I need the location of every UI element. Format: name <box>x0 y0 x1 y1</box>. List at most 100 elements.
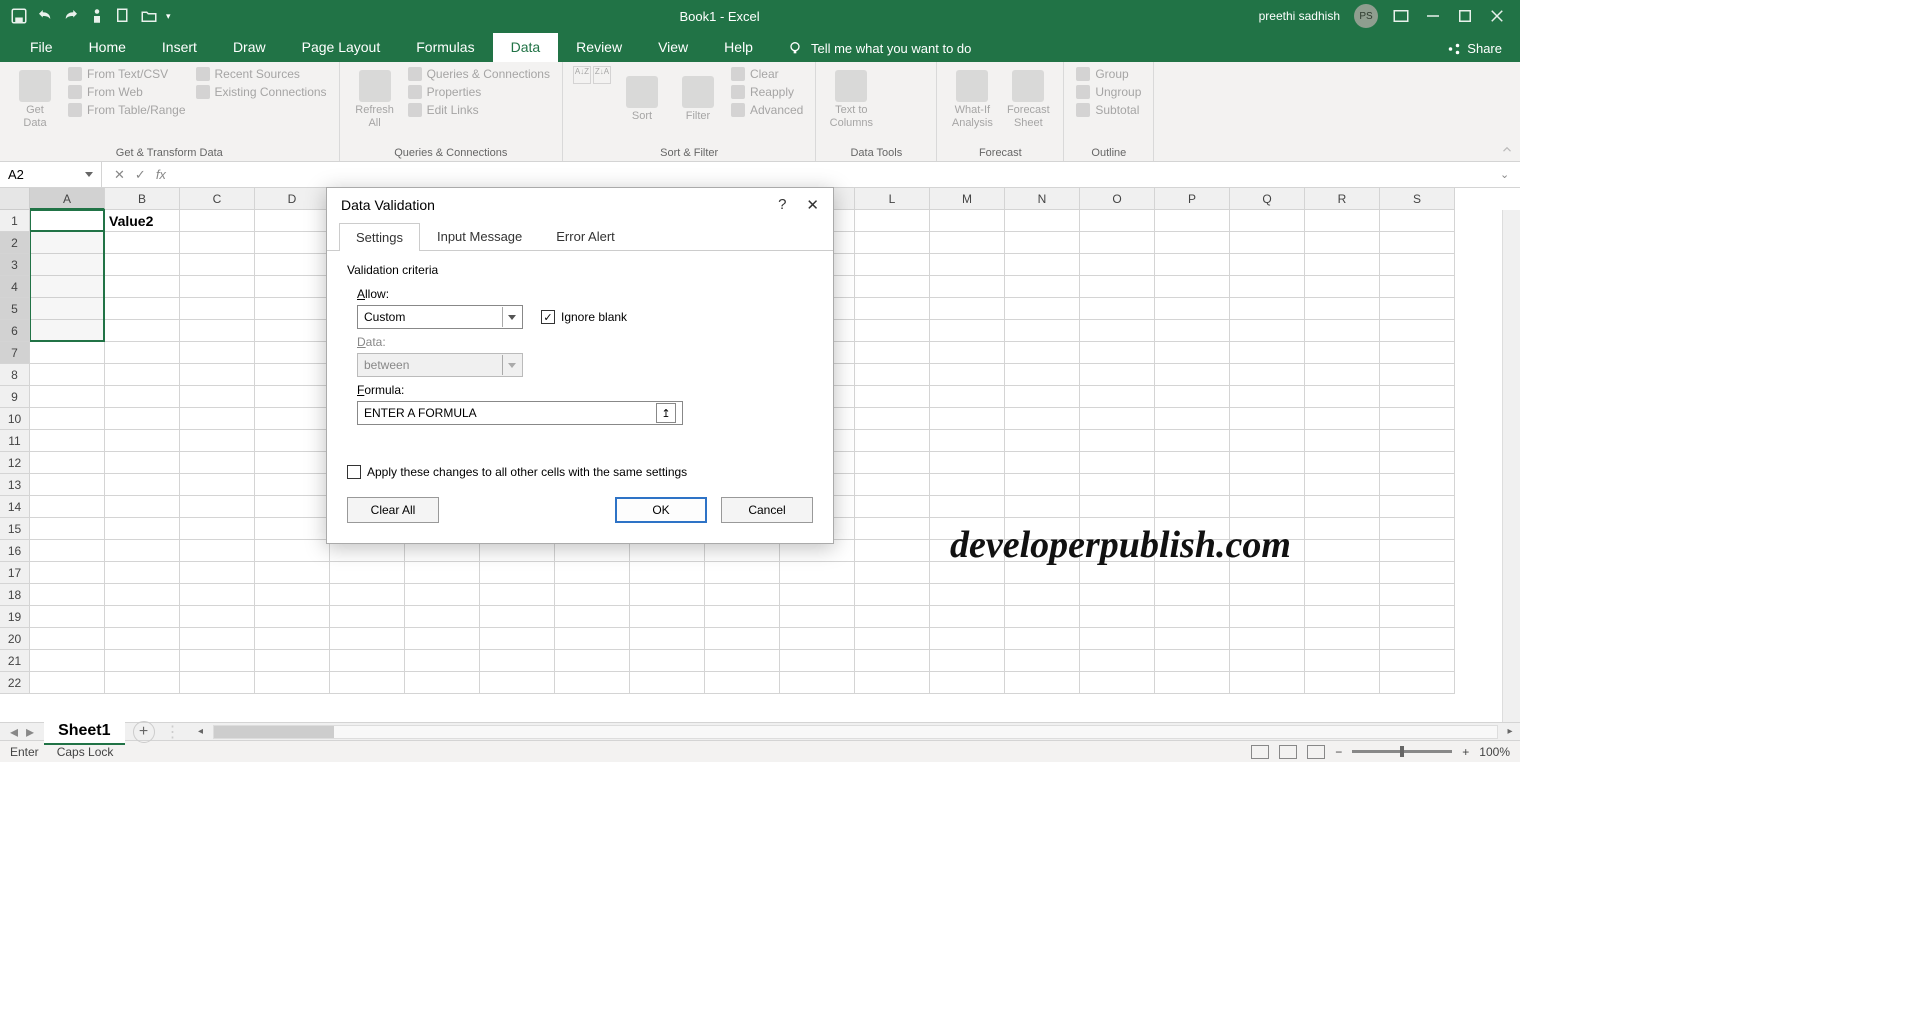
cell[interactable] <box>105 650 180 672</box>
cell[interactable] <box>30 628 105 650</box>
cell[interactable] <box>480 672 555 694</box>
cell[interactable] <box>1080 628 1155 650</box>
cell[interactable] <box>1005 342 1080 364</box>
cell[interactable] <box>255 650 330 672</box>
cell[interactable] <box>1305 540 1380 562</box>
cell[interactable] <box>1230 672 1305 694</box>
cell[interactable] <box>855 232 930 254</box>
new-icon[interactable] <box>114 7 132 25</box>
cell[interactable] <box>1155 584 1230 606</box>
cell[interactable] <box>180 320 255 342</box>
cell[interactable] <box>630 672 705 694</box>
cell[interactable] <box>1080 298 1155 320</box>
cell[interactable] <box>105 474 180 496</box>
cell[interactable] <box>105 320 180 342</box>
cell[interactable] <box>855 342 930 364</box>
cell[interactable] <box>1230 232 1305 254</box>
select-all-corner[interactable] <box>0 188 30 210</box>
tab-draw[interactable]: Draw <box>215 33 284 62</box>
cell[interactable] <box>1155 232 1230 254</box>
cell[interactable] <box>180 342 255 364</box>
tab-view[interactable]: View <box>640 33 706 62</box>
cell[interactable] <box>930 276 1005 298</box>
cell[interactable] <box>1155 672 1230 694</box>
cell[interactable] <box>1380 298 1455 320</box>
redo-icon[interactable] <box>62 7 80 25</box>
cell[interactable] <box>1305 232 1380 254</box>
cell[interactable] <box>180 540 255 562</box>
name-box[interactable]: A2 <box>0 162 102 187</box>
cell[interactable] <box>1155 628 1230 650</box>
cell[interactable] <box>855 452 930 474</box>
cell[interactable] <box>1080 276 1155 298</box>
dialog-titlebar[interactable]: Data Validation ? ✕ <box>327 188 833 222</box>
tab-review[interactable]: Review <box>558 33 640 62</box>
cell[interactable] <box>330 562 405 584</box>
cell[interactable] <box>105 298 180 320</box>
ungroup-button[interactable]: Ungroup <box>1074 84 1143 100</box>
cell[interactable] <box>930 408 1005 430</box>
cell[interactable] <box>1080 342 1155 364</box>
column-header[interactable]: C <box>180 188 255 210</box>
cell[interactable] <box>930 210 1005 232</box>
cell[interactable] <box>1155 254 1230 276</box>
cancel-button[interactable]: Cancel <box>721 497 813 523</box>
cell[interactable] <box>1155 474 1230 496</box>
share-button[interactable]: Share <box>1447 41 1520 62</box>
cell[interactable] <box>780 606 855 628</box>
cell[interactable] <box>330 584 405 606</box>
cell[interactable] <box>1305 606 1380 628</box>
cell[interactable] <box>1005 474 1080 496</box>
cell[interactable] <box>1380 430 1455 452</box>
cell[interactable] <box>855 298 930 320</box>
cell[interactable] <box>255 298 330 320</box>
cell[interactable] <box>1005 650 1080 672</box>
dialog-tab-settings[interactable]: Settings <box>339 223 420 251</box>
cell[interactable] <box>1155 496 1230 518</box>
collapse-ribbon-icon[interactable] <box>1500 143 1514 157</box>
cell[interactable] <box>30 386 105 408</box>
cell[interactable] <box>1005 364 1080 386</box>
cell[interactable] <box>330 606 405 628</box>
cell[interactable] <box>1380 232 1455 254</box>
cell[interactable] <box>855 386 930 408</box>
cell[interactable] <box>180 650 255 672</box>
cell[interactable] <box>1230 584 1305 606</box>
row-header[interactable]: 1 <box>0 210 30 232</box>
cell[interactable] <box>930 452 1005 474</box>
cell[interactable] <box>1005 408 1080 430</box>
cell[interactable] <box>1380 408 1455 430</box>
cell[interactable] <box>255 452 330 474</box>
cell[interactable] <box>855 628 930 650</box>
cell[interactable] <box>1230 474 1305 496</box>
cell[interactable] <box>30 320 105 342</box>
cell[interactable] <box>1380 342 1455 364</box>
cell[interactable] <box>1155 408 1230 430</box>
cell[interactable] <box>705 562 780 584</box>
row-header[interactable]: 20 <box>0 628 30 650</box>
formula-field[interactable]: ↥ <box>357 401 683 425</box>
cell[interactable] <box>930 474 1005 496</box>
close-dialog-icon[interactable]: ✕ <box>806 196 819 214</box>
cell[interactable] <box>255 540 330 562</box>
cell[interactable] <box>1380 540 1455 562</box>
cell[interactable] <box>1080 496 1155 518</box>
cell[interactable] <box>30 232 105 254</box>
user-avatar[interactable]: PS <box>1354 4 1378 28</box>
row-header[interactable]: 21 <box>0 650 30 672</box>
column-header[interactable]: P <box>1155 188 1230 210</box>
cell[interactable] <box>30 540 105 562</box>
cell[interactable] <box>1305 474 1380 496</box>
cell[interactable] <box>1380 386 1455 408</box>
cell[interactable] <box>1080 254 1155 276</box>
whatif-button[interactable]: What-If Analysis <box>947 66 997 134</box>
cell[interactable] <box>105 342 180 364</box>
cell[interactable] <box>1080 650 1155 672</box>
cell[interactable] <box>105 496 180 518</box>
cell[interactable] <box>630 628 705 650</box>
cell[interactable] <box>1305 496 1380 518</box>
cell[interactable] <box>480 584 555 606</box>
edit-links-button[interactable]: Edit Links <box>406 102 552 118</box>
tab-page-layout[interactable]: Page Layout <box>284 33 399 62</box>
row-header[interactable]: 5 <box>0 298 30 320</box>
